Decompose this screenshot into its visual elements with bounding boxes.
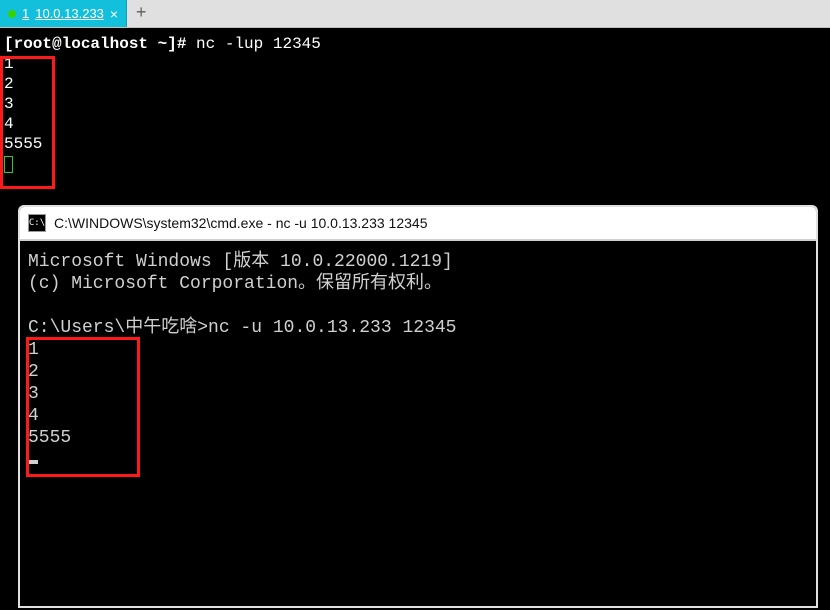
cmd-output-line: 1 xyxy=(28,339,808,361)
tab-host: 10.0.13.233 xyxy=(35,6,104,21)
terminal-output-line: 1 xyxy=(4,54,826,74)
terminal-prompt-line: [root@localhost ~]# nc -lup 12345 xyxy=(4,34,826,54)
terminal-output-line: 2 xyxy=(4,74,826,94)
cmd-window: C:\ C:\WINDOWS\system32\cmd.exe - nc -u … xyxy=(18,205,818,608)
cmd-header-line: (c) Microsoft Corporation。保留所有权利。 xyxy=(28,273,808,295)
prompt-command: nc -lup 12345 xyxy=(196,35,321,53)
cursor-icon xyxy=(4,156,13,173)
status-indicator-icon xyxy=(8,10,16,18)
terminal-cursor-line xyxy=(4,154,826,174)
tab-active[interactable]: 1 10.0.13.233 × xyxy=(0,0,127,27)
cmd-icon: C:\ xyxy=(28,214,46,232)
tab-number: 1 xyxy=(22,6,29,21)
prompt-text: [root@localhost ~]# xyxy=(4,35,186,53)
cmd-blank-line xyxy=(28,295,808,317)
cmd-titlebar[interactable]: C:\ C:\WINDOWS\system32\cmd.exe - nc -u … xyxy=(20,207,816,241)
linux-terminal[interactable]: [root@localhost ~]# nc -lup 12345 1 2 3 … xyxy=(0,28,830,203)
cmd-cursor-line xyxy=(28,449,808,471)
terminal-output-line: 5555 xyxy=(4,134,826,154)
cmd-output-line: 2 xyxy=(28,361,808,383)
terminal-output-line: 4 xyxy=(4,114,826,134)
terminal-output-line: 3 xyxy=(4,94,826,114)
cursor-icon xyxy=(28,460,38,464)
cmd-prompt-path: C:\Users\中午吃啥> xyxy=(28,318,208,338)
tab-bar: 1 10.0.13.233 × + xyxy=(0,0,830,28)
cmd-output-line: 4 xyxy=(28,405,808,427)
close-icon[interactable]: × xyxy=(110,7,118,21)
cmd-prompt-line: C:\Users\中午吃啥>nc -u 10.0.13.233 12345 xyxy=(28,317,808,339)
cmd-terminal[interactable]: Microsoft Windows [版本 10.0.22000.1219] (… xyxy=(20,241,816,606)
cmd-header-line: Microsoft Windows [版本 10.0.22000.1219] xyxy=(28,251,808,273)
cmd-prompt-command: nc -u 10.0.13.233 12345 xyxy=(208,318,456,338)
cmd-title: C:\WINDOWS\system32\cmd.exe - nc -u 10.0… xyxy=(54,215,428,231)
cmd-icon-text: C:\ xyxy=(29,218,45,228)
cmd-output-line: 3 xyxy=(28,383,808,405)
cmd-output-line: 5555 xyxy=(28,427,808,449)
tab-add-button[interactable]: + xyxy=(127,0,155,27)
